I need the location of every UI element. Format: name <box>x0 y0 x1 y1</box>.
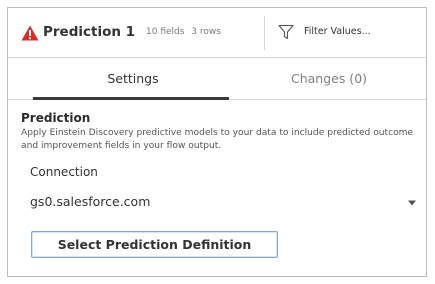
filter-values-button[interactable]: Filter Values... <box>278 21 418 45</box>
row-count: 3 rows <box>191 27 221 37</box>
header-divider <box>264 16 265 50</box>
connection-label: Connection <box>30 165 98 179</box>
funnel-icon <box>278 24 294 40</box>
step-meta: 10 fields 3 rows <box>146 27 221 37</box>
chevron-down-icon <box>408 200 416 206</box>
panel-header: Prediction 1 10 fields 3 rows Filter Val… <box>8 8 426 58</box>
section-description: Apply Einstein Discovery predictive mode… <box>21 128 414 151</box>
select-prediction-definition-button[interactable]: Select Prediction Definition <box>31 231 278 258</box>
connection-dropdown[interactable]: gs0.salesforce.com <box>30 193 417 215</box>
connection-value: gs0.salesforce.com <box>30 194 151 209</box>
active-tab-indicator <box>33 97 229 100</box>
filter-values-label: Filter Values... <box>304 26 371 37</box>
tab-changes[interactable]: Changes (0) <box>232 59 426 101</box>
step-title: Prediction 1 <box>43 24 136 40</box>
prediction-panel: Prediction 1 10 fields 3 rows Filter Val… <box>7 7 427 277</box>
warning-icon <box>21 25 39 41</box>
field-count: 10 fields <box>146 27 185 37</box>
tab-settings[interactable]: Settings <box>33 59 233 101</box>
section-title: Prediction <box>21 111 91 125</box>
tab-bar: Settings Changes (0) <box>8 59 426 103</box>
